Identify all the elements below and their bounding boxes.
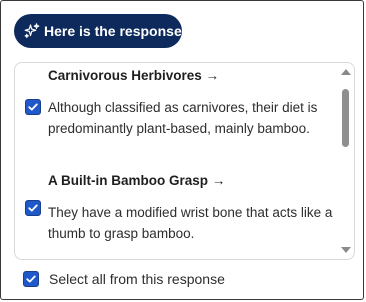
select-all-row[interactable]: Select all from this response <box>23 271 225 287</box>
scroll-up-arrow-icon[interactable] <box>341 69 351 75</box>
checkmark-icon <box>28 204 38 212</box>
select-all-label: Select all from this response <box>49 271 225 287</box>
response-header-title: Here is the response: <box>44 23 187 39</box>
item-checkbox[interactable] <box>25 99 41 115</box>
item-title-link[interactable]: A Built-in Bamboo Grasp → <box>48 173 225 188</box>
scroll-down-arrow-icon[interactable] <box>341 247 351 253</box>
item-checkbox[interactable] <box>25 200 41 216</box>
item-description: Although classified as carnivores, their… <box>48 100 318 136</box>
sparkles-icon <box>24 23 40 38</box>
response-header: Here is the response: <box>14 14 186 48</box>
checkmark-icon <box>26 275 36 283</box>
item-description: They have a modified wrist bone that act… <box>48 205 333 241</box>
response-items-list[interactable]: Carnivorous Herbivores → Although classi… <box>14 62 355 260</box>
response-items-content: Carnivorous Herbivores → Although classi… <box>15 63 338 259</box>
vertical-scrollbar[interactable] <box>340 67 351 255</box>
checkmark-icon <box>28 103 38 111</box>
select-all-checkbox[interactable] <box>23 271 39 287</box>
item-title-link[interactable]: Carnivorous Herbivores → <box>48 68 219 83</box>
scroll-thumb[interactable] <box>342 89 349 147</box>
response-panel: Here is the response: Carnivorous Herbiv… <box>0 0 364 300</box>
